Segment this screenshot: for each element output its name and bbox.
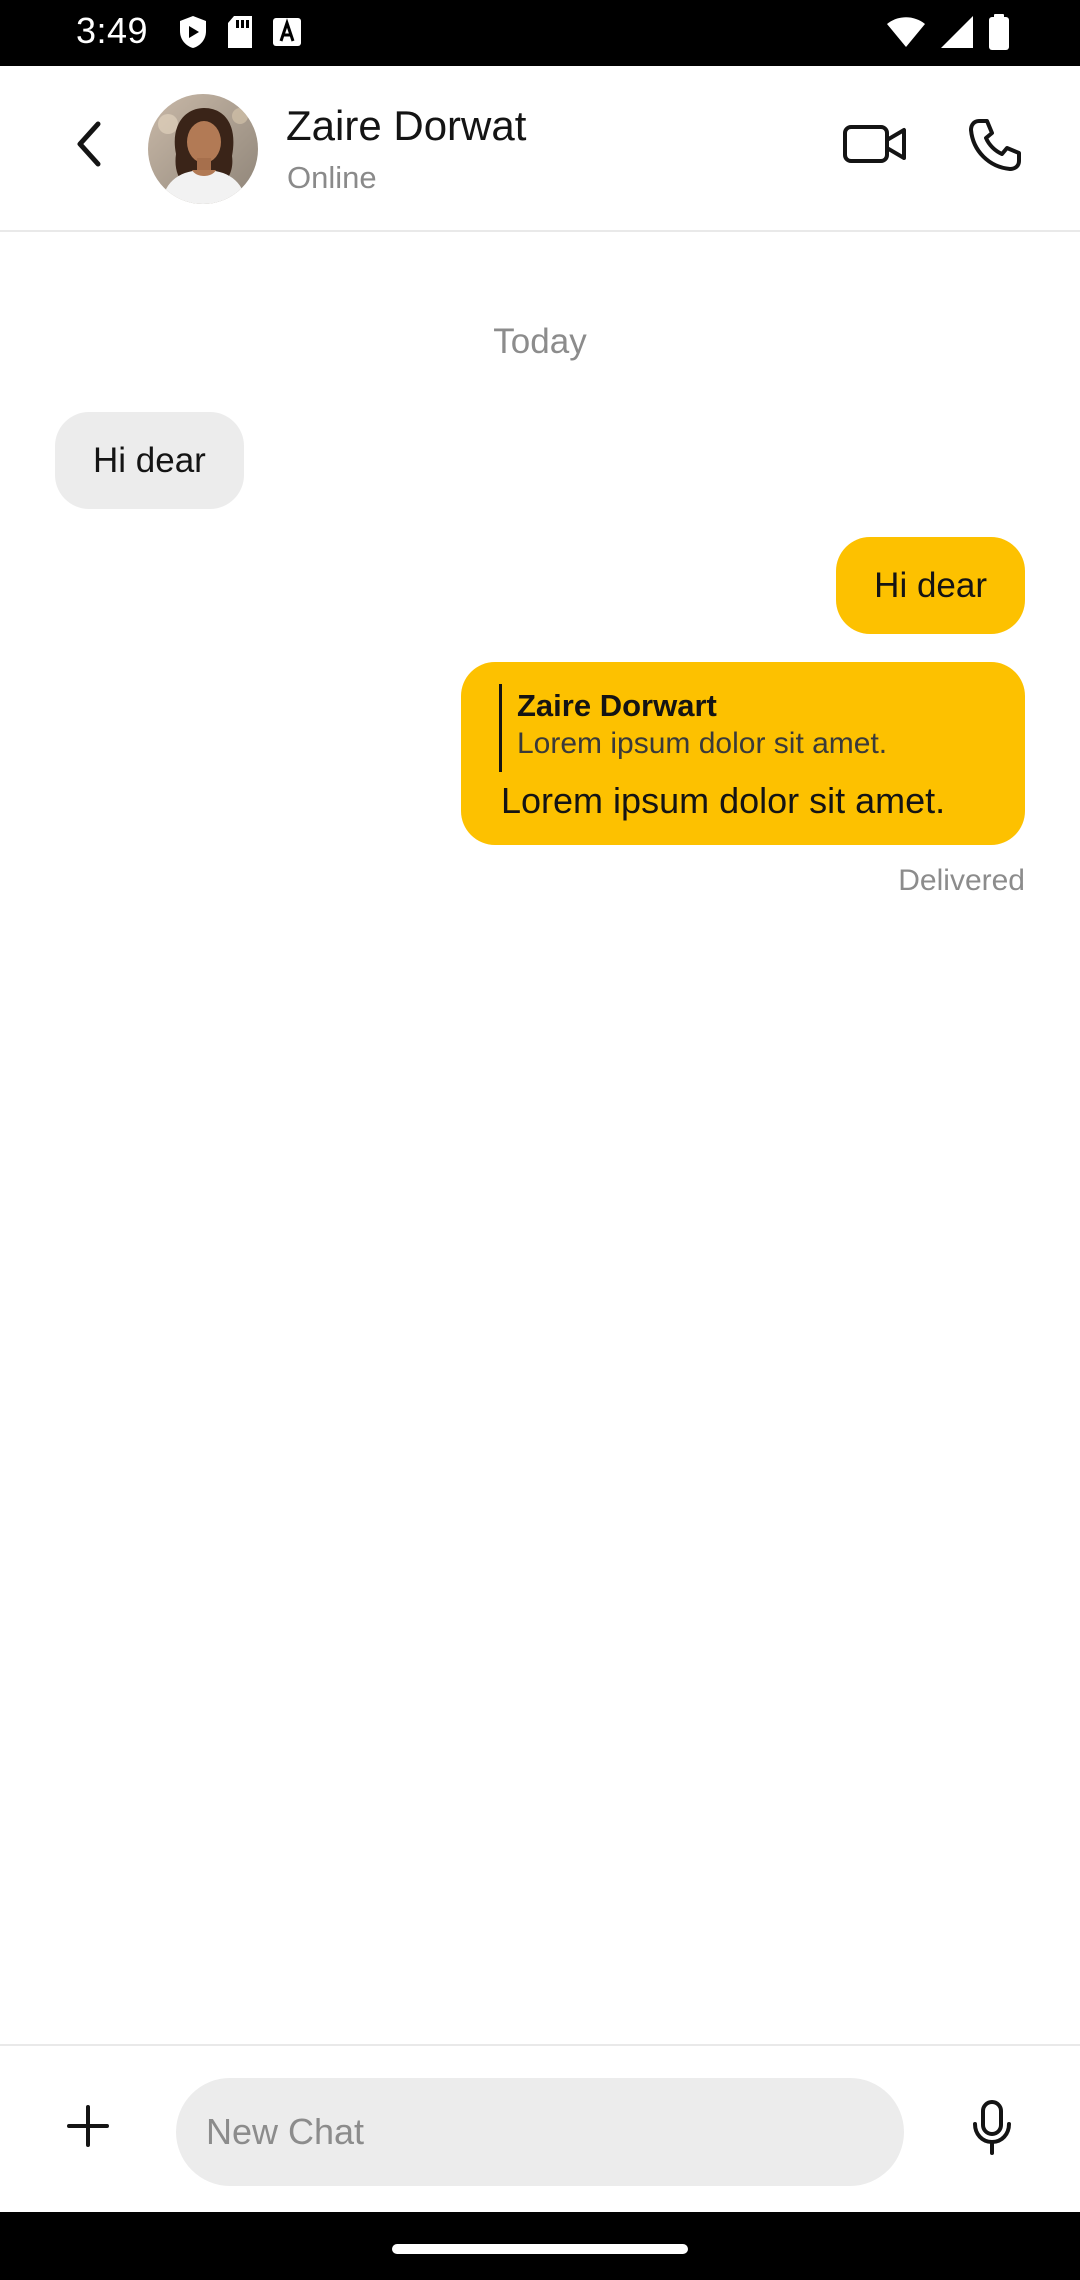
add-attachment-button[interactable] xyxy=(58,2098,118,2158)
phone-icon xyxy=(967,117,1023,178)
home-indicator[interactable] xyxy=(392,2244,688,2254)
a-font-icon xyxy=(272,17,302,52)
message-input[interactable] xyxy=(204,2078,884,2186)
delivery-status: Delivered xyxy=(898,864,1025,897)
reply-quote[interactable]: Zaire Dorwart Lorem ipsum dolor sit amet… xyxy=(499,684,887,772)
message-composer xyxy=(0,2044,1080,2212)
shield-icon xyxy=(178,15,208,54)
status-time: 3:49 xyxy=(76,10,149,51)
message-bubble-outgoing[interactable]: Hi dear xyxy=(836,537,1025,634)
reply-quote-text: Lorem ipsum dolor sit amet. xyxy=(517,727,888,760)
message-bubble-outgoing-reply[interactable]: Zaire Dorwart Lorem ipsum dolor sit amet… xyxy=(461,662,1025,845)
voice-message-button[interactable] xyxy=(962,2098,1022,2162)
wifi-icon xyxy=(886,16,926,53)
plus-icon xyxy=(66,2104,110,2153)
status-bar: 3:49 xyxy=(0,0,1080,66)
date-separator: Today xyxy=(493,322,587,361)
message-text: Hi dear xyxy=(93,440,206,480)
message-text: Lorem ipsum dolor sit amet. xyxy=(501,780,946,821)
signal-icon xyxy=(940,15,974,54)
status-right-icons xyxy=(886,13,1010,55)
contact-name[interactable]: Zaire Dorwat xyxy=(286,102,526,150)
avatar[interactable] xyxy=(148,94,258,204)
microphone-icon xyxy=(972,2099,1012,2161)
system-navigation-bar xyxy=(0,2212,1080,2280)
sd-card-icon xyxy=(226,15,254,54)
video-camera-icon xyxy=(842,122,908,171)
chevron-left-icon xyxy=(70,119,110,174)
message-input-container[interactable] xyxy=(176,2078,904,2186)
chat-area[interactable]: Today Hi dear Hi dear Zaire Dorwart Lore… xyxy=(0,232,1080,2044)
back-button[interactable] xyxy=(60,116,120,176)
battery-icon xyxy=(988,13,1010,55)
voice-call-button[interactable] xyxy=(960,112,1030,182)
status-left-icons xyxy=(178,14,302,54)
video-call-button[interactable] xyxy=(840,116,910,176)
message-text: Hi dear xyxy=(874,565,987,605)
reply-quote-name: Zaire Dorwart xyxy=(517,688,717,723)
contact-status: Online xyxy=(287,160,377,195)
avatar-image xyxy=(148,94,258,204)
chat-header: Zaire Dorwat Online xyxy=(0,66,1080,232)
message-bubble-incoming[interactable]: Hi dear xyxy=(55,412,244,509)
